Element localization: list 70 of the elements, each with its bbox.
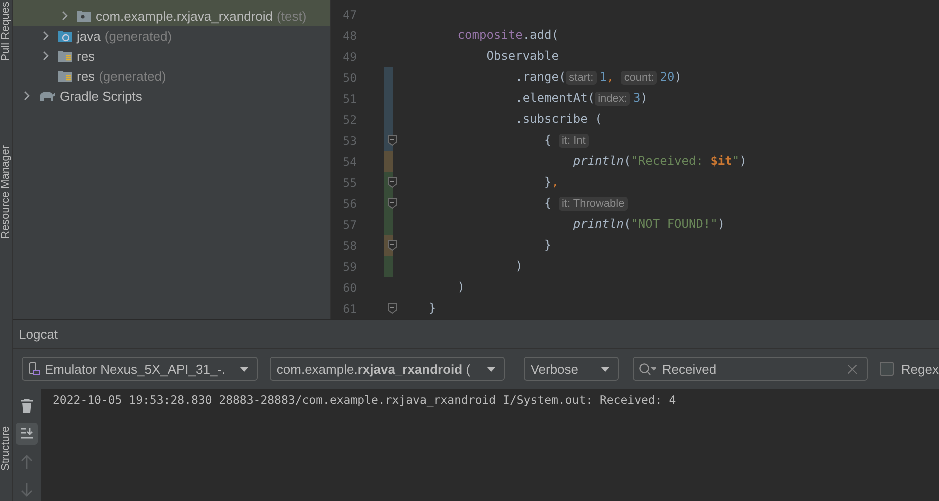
tree-item[interactable]: com.example.rxjava_rxandroid (test) [13,6,330,26]
folder-icon [57,69,73,83]
line-number: 61 [342,302,357,316]
panel-title: Logcat [19,326,58,342]
package-folder-icon [76,9,92,23]
elephant-icon [38,89,56,103]
fold-icon[interactable] [388,135,397,146]
code-line: .elementAt( index: 3) [514,90,648,108]
code-line: println("NOT FOUND!") [572,216,726,233]
code-line: ) [514,258,523,275]
package-dropdown[interactable]: com.example.rxjava_rxandroid ( [270,357,505,381]
code-line: ) [456,279,466,296]
chevron-icon[interactable] [61,11,69,21]
line-number: 50 [342,70,357,84]
search-icon [639,363,656,376]
code-line: { it: Throwable [400,192,631,214]
caret-icon [486,366,496,372]
chevron-icon[interactable] [23,91,31,101]
code-line: .range( start: 1, count: 20) [514,68,682,86]
device-icon [29,362,41,376]
tool-window-tab[interactable]: Resource Manager [0,114,12,239]
fold-icon[interactable] [388,303,397,314]
line-number: 60 [342,280,357,294]
folder-icon [57,49,73,63]
tool-window-tab[interactable]: Structure [0,411,12,471]
line-number: 58 [342,238,357,252]
regex-checkbox[interactable] [880,362,894,376]
code-line: Observable [486,48,559,65]
caret-icon [240,366,249,372]
tree-item[interactable]: res [13,46,330,66]
scroll-to-end-icon [20,427,34,441]
line-number: 49 [342,50,357,64]
trash-icon [20,399,34,413]
line-number: 53 [342,134,357,148]
search-field[interactable]: Received [633,357,868,381]
line-number: 48 [342,28,357,42]
line-number: 51 [342,92,357,106]
fold-icon[interactable] [388,240,397,251]
caret-icon [601,366,610,372]
tree-item[interactable]: res (generated) [13,66,330,86]
code-line: .subscribe ( [514,111,602,128]
tree-item[interactable]: java (generated) [13,26,330,46]
fold-icon[interactable] [388,198,397,209]
code-line: println("Received: $it") [572,153,747,170]
chevron-icon[interactable] [42,51,50,61]
line-number: 55 [342,176,357,190]
chevron-icon[interactable] [42,31,50,41]
folder-icon [57,29,73,43]
code-line: composite.add( [456,27,559,44]
line-number: 57 [342,218,357,232]
fold-icon[interactable] [388,177,397,188]
up-arrow-icon [20,455,34,469]
line-number: 59 [342,260,357,274]
scroll-to-end-button[interactable] [16,423,38,445]
line-number: 56 [342,196,357,210]
line-number: 52 [342,112,357,126]
tree-item[interactable]: Gradle Scripts [13,86,330,106]
log-level-dropdown[interactable]: Verbose [524,357,620,381]
checkbox-label: Regex [901,362,939,376]
tool-window-tab[interactable]: Pull Reques [0,2,12,62]
code-line: } [544,237,552,254]
code-line: { it: Int [400,130,592,152]
clear-icon[interactable] [848,365,858,374]
device-dropdown[interactable]: Emulator Nexus_5X_API_31_-. [22,357,258,381]
code-line: } [428,300,436,317]
down-arrow-icon [20,483,34,497]
line-number: 54 [342,154,357,168]
line-number: 47 [342,8,357,22]
log-line: 2022-10-05 19:53:28.830 28883-28883/com.example.rxjava_rxandroid I/System.out: Received: 4 [53,393,678,407]
code-line: }, [544,174,559,191]
